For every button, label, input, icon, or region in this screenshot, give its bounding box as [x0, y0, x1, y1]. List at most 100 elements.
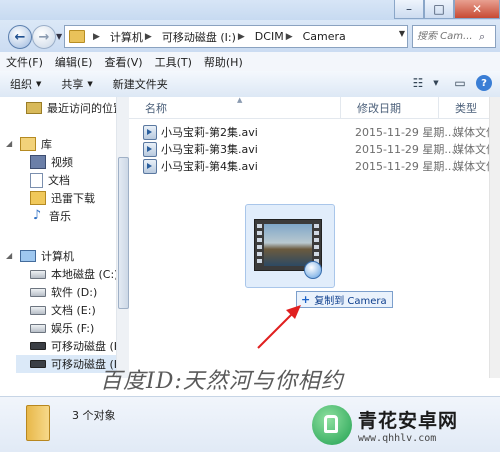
file-name: 小马宝莉-第4集.avi [161, 160, 258, 173]
view-options-icon[interactable]: ☷ [410, 75, 426, 91]
expand-arrow-icon[interactable]: ◢ [6, 251, 12, 260]
breadcrumb-camera[interactable]: Camera [303, 30, 346, 43]
breadcrumb-label: 计算机 [109, 30, 143, 44]
minimize-button[interactable]: – [394, 0, 424, 19]
nav-label: 视频 [51, 156, 73, 169]
navigation-scrollbar[interactable] [116, 97, 129, 378]
media-player-icon [304, 261, 322, 279]
file-date: 2015-11-29 星期... [355, 143, 455, 156]
nav-drive-h[interactable]: 可移动磁盘 (H:) [30, 337, 128, 355]
organize-button[interactable]: 组织 ▼ [0, 76, 51, 92]
preview-pane-icon[interactable]: ▭ [452, 75, 468, 91]
nav-computer[interactable]: 计算机 [20, 247, 74, 265]
breadcrumb-removable-disk[interactable]: 可移动磁盘 (I:) ▶ [162, 29, 249, 45]
nav-label: 文档 (E:) [51, 304, 96, 317]
film-strip-holes [314, 224, 319, 266]
video-frame [264, 224, 312, 266]
file-name: 小马宝莉-第3集.avi [161, 143, 258, 156]
recent-pages-dropdown-icon[interactable]: ▼ [56, 32, 62, 41]
nav-drive-d[interactable]: 软件 (D:) [30, 283, 97, 301]
copy-to-tooltip: + 复制到 Camera [296, 291, 393, 308]
breadcrumb-dcim[interactable]: DCIM ▶ [255, 30, 297, 43]
nav-drive-f[interactable]: 娱乐 (F:) [30, 319, 94, 337]
file-date: 2015-11-29 星期... [355, 160, 455, 173]
file-list-scrollbar[interactable] [489, 97, 500, 378]
file-row[interactable]: 小马宝莉-第2集.avi 2015-11-29 星期... 媒体文件 [143, 124, 497, 140]
logo-text: 青花安卓网 www.qhhlv.com [358, 406, 458, 444]
chevron-right-icon: ▶ [144, 31, 152, 42]
folder-icon [26, 405, 50, 441]
video-library-icon [30, 155, 46, 169]
expand-arrow-icon[interactable]: ◢ [6, 139, 12, 148]
forward-button[interactable]: → [32, 25, 56, 49]
breadcrumb-root-arrow[interactable]: ▶ [91, 32, 104, 42]
removable-drive-icon [30, 360, 46, 368]
forward-arrow-icon: → [38, 29, 50, 45]
site-logo: 青花安卓网 www.qhhlv.com [312, 398, 500, 451]
column-date[interactable]: 修改日期 [341, 97, 439, 118]
close-button[interactable]: ✕ [454, 0, 500, 19]
menu-edit[interactable]: 编辑(E) [49, 54, 99, 70]
recent-places-icon [26, 102, 42, 114]
chevron-down-icon: ▼ [36, 80, 42, 88]
video-file-icon [143, 124, 157, 140]
nav-recent-places[interactable]: 最近访问的位置 [26, 99, 124, 117]
address-row: ← → ▼ ▶ 计算机 ▶ 可移动磁盘 (I:) ▶ DCIM ▶ Camera ▼ … [0, 20, 500, 52]
scrollbar-thumb[interactable] [118, 157, 129, 309]
logo-url: www.qhhlv.com [358, 432, 437, 444]
menu-tools[interactable]: 工具(T) [149, 54, 198, 70]
nav-label: 文档 [48, 174, 70, 187]
search-icon[interactable]: ⌕ [479, 30, 485, 44]
column-name[interactable]: 名称 [129, 97, 341, 118]
file-row[interactable]: 小马宝莉-第4集.avi 2015-11-29 星期... 媒体文件 [143, 158, 497, 174]
hard-drive-icon [30, 269, 46, 279]
menu-view[interactable]: 查看(V) [98, 54, 148, 70]
nav-videos[interactable]: 视频 [30, 153, 73, 171]
address-bar[interactable]: ▶ 计算机▶ 可移动磁盘 (I:)▶ DCIM▶ Camera ▼ ↻ [64, 25, 467, 48]
address-dropdown-icon[interactable]: ▼ [399, 29, 405, 38]
view-controls: ☷ ▼ ▭ ? [402, 75, 492, 91]
file-name-cell: 小马宝莉-第2集.avi [143, 124, 355, 140]
nav-label: 娱乐 (F:) [51, 322, 95, 335]
back-button[interactable]: ← [8, 25, 32, 49]
menu-file[interactable]: 文件(F) [0, 54, 49, 70]
nav-library[interactable]: 库 [20, 135, 52, 153]
nav-music[interactable]: ♪ 音乐 [30, 207, 71, 225]
drag-preview [245, 204, 335, 288]
nav-label: 迅雷下载 [51, 192, 95, 205]
column-headers: ▲ 名称 修改日期 类型 [129, 96, 500, 119]
maximize-button[interactable]: □ [424, 0, 454, 19]
search-input[interactable] [417, 31, 479, 42]
share-button[interactable]: 共享 ▼ [51, 76, 102, 92]
menu-help[interactable]: 帮助(H) [198, 54, 249, 70]
file-name-cell: 小马宝莉-第3集.avi [143, 141, 355, 157]
nav-label: 计算机 [41, 250, 74, 263]
nav-label: 最近访问的位置 [47, 102, 124, 115]
chevron-down-icon: ▼ [87, 80, 93, 88]
caption-buttons: – □ ✕ [394, 0, 500, 19]
nav-documents[interactable]: 文档 [30, 171, 70, 189]
help-icon[interactable]: ? [476, 75, 492, 91]
logo-name: 青花安卓网 [358, 409, 459, 432]
explorer-window: – □ ✕ ← → ▼ ▶ 计算机 ▶ 可移动磁盘 (I:) ▶ DCIM ▶ Cam… [0, 0, 500, 452]
nav-drive-c[interactable]: 本地磁盘 (C:) [30, 265, 118, 283]
file-row[interactable]: 小马宝莉-第3集.avi 2015-11-29 星期... 媒体文件 [143, 141, 497, 157]
removable-drive-icon [30, 342, 46, 350]
video-file-icon [143, 141, 157, 157]
navigation-pane: 最近访问的位置 ◢ 库 视频 文档 迅雷下载 ♪ 音乐 ◢ 计算机 本地磁盘 (C… [0, 97, 128, 378]
breadcrumb-label: DCIM [254, 30, 284, 43]
file-name: 小马宝莉-第2集.avi [161, 126, 258, 139]
breadcrumb-computer[interactable]: 计算机 ▶ [110, 29, 156, 45]
view-dropdown-icon[interactable]: ▼ [428, 75, 444, 91]
column-label: 名称 [145, 101, 167, 115]
back-arrow-icon: ← [14, 29, 26, 45]
video-file-icon [143, 158, 157, 174]
nav-drive-e[interactable]: 文档 (E:) [30, 301, 96, 319]
hard-drive-icon [30, 287, 46, 297]
column-label: 类型 [455, 101, 477, 115]
file-name-cell: 小马宝莉-第4集.avi [143, 158, 355, 174]
nav-thunder-downloads[interactable]: 迅雷下载 [30, 189, 95, 207]
nav-label: 软件 (D:) [51, 286, 98, 299]
new-folder-button[interactable]: 新建文件夹 [103, 76, 178, 92]
organize-label: 组织 [10, 78, 32, 91]
